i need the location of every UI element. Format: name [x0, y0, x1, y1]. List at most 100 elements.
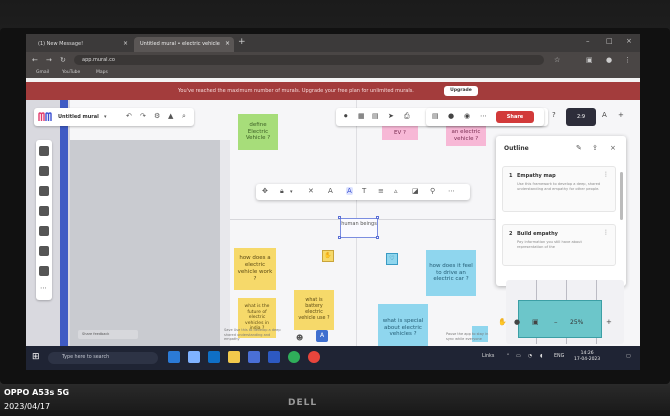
record-icon[interactable]: ⏺ [344, 112, 348, 121]
notes-icon[interactable]: ▤ [372, 112, 379, 120]
whatsapp-icon[interactable] [288, 351, 300, 363]
bookmark-youtube[interactable]: YouTube [62, 70, 80, 75]
wifi-icon[interactable]: ◔ [528, 354, 532, 359]
minimap[interactable] [506, 280, 624, 344]
bookmark-gmail[interactable]: Gmail [36, 70, 49, 75]
undo-icon[interactable]: ↶ [126, 112, 132, 120]
print-icon[interactable]: ⎙ [404, 112, 410, 121]
export-icon[interactable]: ⇪ [592, 144, 598, 152]
battery-icon[interactable]: ▭ [516, 354, 521, 359]
zoom-out-icon[interactable]: – [554, 318, 558, 326]
notification-icon[interactable]: ▢ [626, 354, 631, 359]
resize-handle[interactable] [376, 216, 379, 219]
resize-handle[interactable] [338, 216, 341, 219]
close-icon[interactable]: × [610, 144, 616, 152]
hand-emoji-icon[interactable]: ✋ [322, 250, 334, 262]
sticky-note-tool-icon[interactable] [39, 146, 49, 156]
windows-start-icon[interactable]: ⊞ [32, 352, 40, 362]
edge-icon[interactable] [208, 351, 220, 363]
task-view-icon[interactable] [168, 351, 180, 363]
taskbar-clock[interactable]: 14:26 17-04-2023 [574, 351, 600, 364]
more-icon[interactable]: ⋯ [480, 112, 487, 120]
text-color-icon[interactable]: A [346, 187, 353, 195]
chevron-down-icon[interactable]: ▾ [290, 189, 293, 195]
browser-tab-mural[interactable]: Untitled mural • electric vehicle × [134, 37, 234, 52]
chevron-down-icon[interactable]: ▾ [104, 114, 107, 120]
hand-icon[interactable]: ✋ [498, 318, 507, 326]
search-icon[interactable]: ⌕ [182, 112, 186, 121]
templates-tool-icon[interactable] [39, 266, 49, 276]
outline-item[interactable]: 1 Empathy map Use this framework to deve… [502, 166, 616, 212]
sticky-note[interactable]: how does it feel to drive an electric ca… [426, 250, 476, 296]
grid-icon[interactable]: ▦ [358, 112, 365, 120]
image-tool-icon[interactable] [39, 246, 49, 256]
minimize-icon[interactable]: – [586, 37, 590, 45]
sticky-note[interactable]: how does a electric vehicle work ? [234, 248, 276, 290]
zoom-in-icon[interactable]: + [606, 318, 612, 326]
taskbar-search[interactable]: Type here to search [48, 352, 158, 364]
more-tools-icon[interactable]: ⋯ [40, 284, 47, 292]
bookmark-star-icon[interactable]: ☆ [554, 56, 560, 64]
outline-scrollbar[interactable] [620, 172, 623, 220]
mural-canvas[interactable]: Untitled mural ▾ ↶ ↷ ⚙ ▲ ⌕ ⋯ define Elec… [26, 100, 640, 352]
present-icon[interactable]: ▲ [168, 112, 173, 120]
profile-icon[interactable]: ● [606, 56, 612, 64]
menu-icon[interactable]: ⋮ [624, 56, 631, 64]
sticky-note[interactable]: what is battery electric vehicle use ? [294, 290, 334, 330]
lock-icon[interactable]: 🔒︎ [280, 187, 284, 196]
cross-icon[interactable]: ✕ [308, 187, 314, 195]
redo-icon[interactable]: ↷ [140, 112, 146, 120]
feedback-chip[interactable]: Share feedback [78, 330, 138, 339]
outline-item[interactable]: 2 Build empathy Pay information you stil… [502, 224, 616, 266]
comment-icon[interactable]: ✎ [576, 144, 582, 152]
map-icon[interactable]: ▣ [532, 318, 539, 326]
heart-icon[interactable]: ♡ [386, 253, 398, 265]
selected-text-box[interactable]: human beings [340, 218, 378, 238]
share-button[interactable]: Share [496, 111, 534, 123]
forward-icon[interactable]: → [46, 56, 52, 64]
language-indicator[interactable]: ENG [554, 354, 564, 359]
fill-icon[interactable]: ◪ [412, 187, 419, 195]
sticky-note[interactable]: an electric vehicle ? [446, 126, 486, 146]
text-tool-icon[interactable] [39, 166, 49, 176]
pen-tool-icon[interactable] [39, 206, 49, 216]
upgrade-button[interactable]: Upgrade [444, 86, 478, 96]
store-icon[interactable] [248, 351, 260, 363]
outline-icon[interactable]: ▤ [432, 112, 439, 120]
link-icon[interactable]: ⚲ [430, 187, 435, 195]
chevron-up-icon[interactable]: ⌃ [506, 354, 510, 359]
browser-tab-messages[interactable]: (1) New Message! × [32, 37, 132, 52]
face-icon[interactable]: ☻ [296, 334, 303, 342]
user-avatar-icon[interactable]: A [602, 111, 607, 119]
widgets-icon[interactable] [188, 351, 200, 363]
font-size-icon[interactable]: A [328, 187, 333, 195]
file-explorer-icon[interactable] [228, 351, 240, 363]
maximize-icon[interactable]: □ [606, 37, 613, 45]
mural-name[interactable]: Untitled mural [58, 114, 99, 120]
close-icon[interactable]: × [225, 40, 230, 47]
mural-logo-icon[interactable] [38, 112, 52, 122]
resize-handle[interactable] [376, 236, 379, 239]
reload-icon[interactable]: ↻ [60, 56, 66, 64]
chrome-icon[interactable] [308, 351, 320, 363]
url-field[interactable]: app.mural.co [74, 55, 544, 65]
text-badge-icon[interactable]: A [316, 330, 328, 342]
chat-icon[interactable]: ● [448, 112, 454, 120]
avatar-icon[interactable]: ◉ [464, 112, 470, 120]
extensions-icon[interactable]: ▣ [586, 56, 593, 64]
cursor-icon[interactable]: ➤ [388, 112, 394, 120]
sticky-note[interactable]: what is special about electric vehicles … [378, 304, 428, 352]
invite-icon[interactable]: + [618, 111, 624, 119]
tray-links[interactable]: Links [482, 354, 494, 359]
more-icon[interactable]: ⋯ [448, 187, 455, 195]
close-window-icon[interactable]: × [626, 37, 632, 45]
zoom-level[interactable]: 25% [570, 319, 583, 326]
highlight-icon[interactable]: ▵ [394, 187, 398, 195]
minimap-viewport[interactable] [518, 300, 602, 338]
comment-icon[interactable]: ● [514, 318, 520, 326]
word-icon[interactable] [268, 351, 280, 363]
volume-icon[interactable]: ◖ [540, 354, 543, 359]
kebab-menu-icon[interactable]: ⋮ [603, 229, 609, 236]
help-icon[interactable]: ? [552, 111, 556, 119]
icons-tool-icon[interactable] [39, 226, 49, 236]
